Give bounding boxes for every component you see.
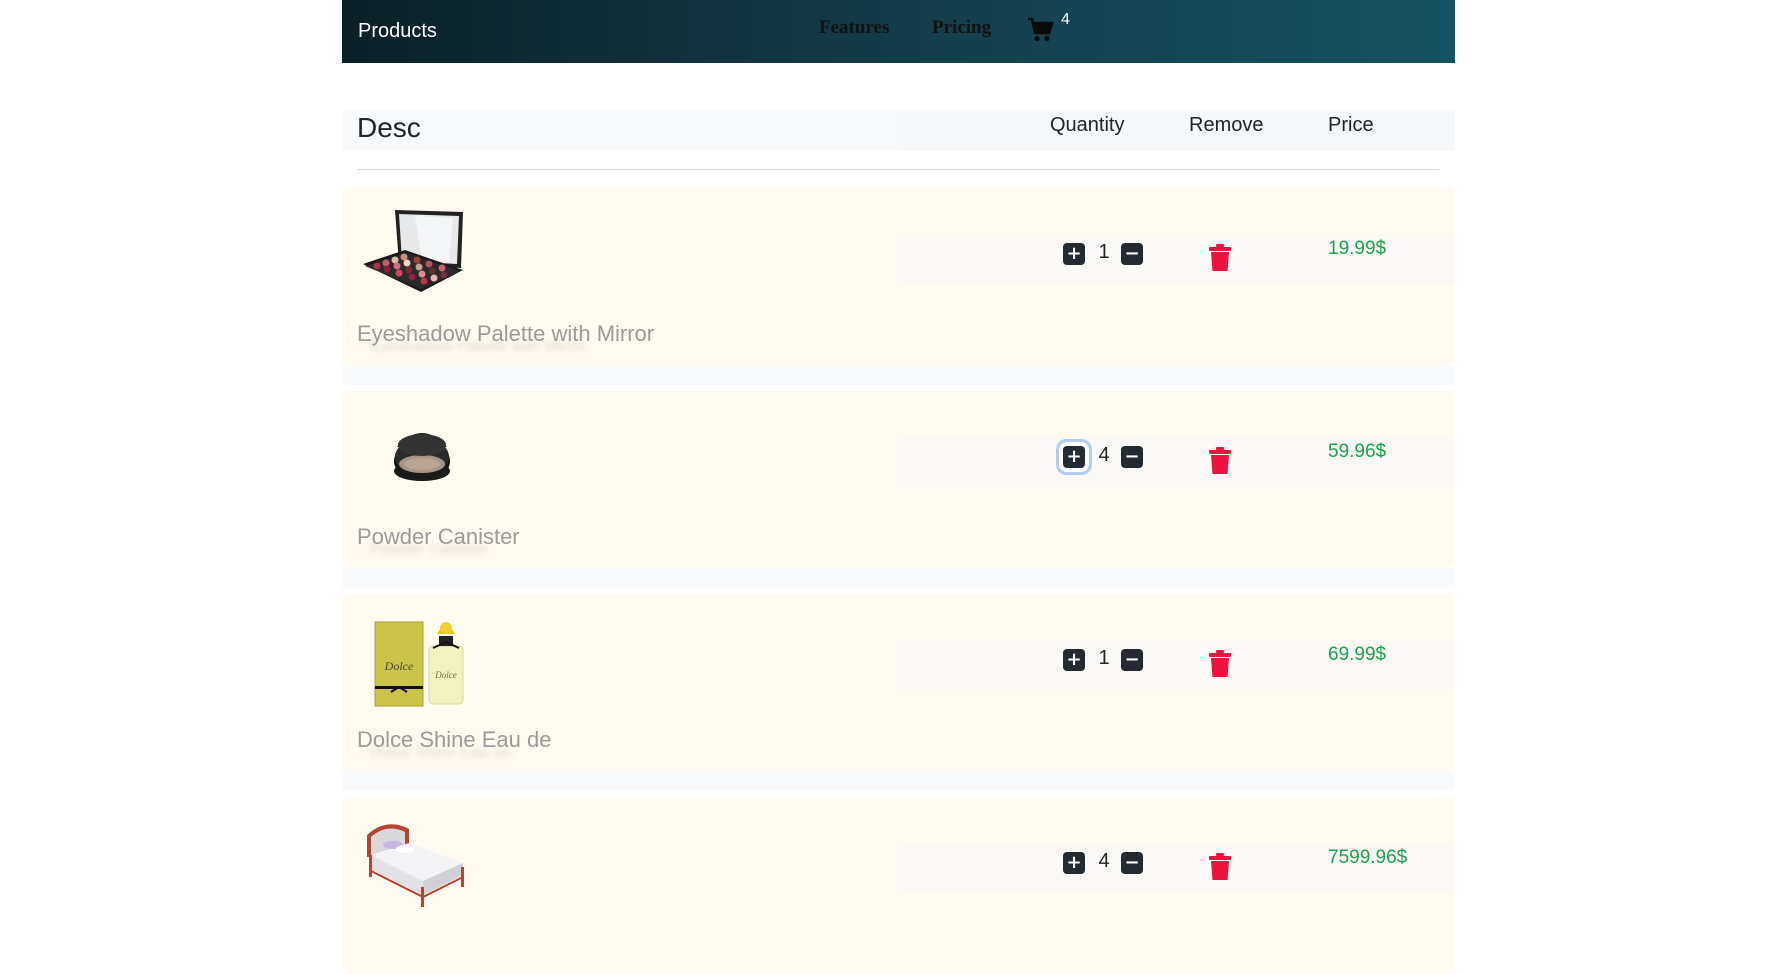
nav-link-pricing[interactable]: Pricing [932, 17, 991, 39]
cart-item-row: Eyeshadow Palette with Mirror Eyeshadow … [342, 188, 1455, 365]
quantity-value: 4 [1098, 444, 1110, 466]
shopping-cart-icon[interactable] [1027, 17, 1055, 43]
trash-icon[interactable] [1208, 853, 1232, 881]
item-name-reflection: Powder Canister [370, 541, 489, 558]
header-desc: Desc [357, 112, 421, 143]
trash-icon[interactable] [1208, 244, 1232, 272]
item-name-reflection: Dolce Shine Eau de [370, 744, 512, 761]
quantity-increase-button[interactable]: + [1063, 852, 1085, 874]
header-quantity: Quantity [1050, 114, 1125, 136]
svg-text:Dolce: Dolce [434, 670, 457, 680]
item-name-reflection: Eyeshadow Palette with Mirror [370, 338, 587, 355]
cart-item-row: + 4 − 7599.96$ [342, 797, 1455, 974]
item-price: 69.99$ [1328, 644, 1387, 665]
item-price: 7599.96$ [1328, 847, 1408, 868]
trash-icon[interactable] [1208, 447, 1232, 475]
cart-item-row: Dolce Dolce Dolce Shine Eau de Dolce Shi… [342, 594, 1455, 771]
perfume-box-bottle-image[interactable]: Dolce Dolce [357, 612, 467, 712]
trash-icon[interactable] [1208, 650, 1232, 678]
quantity-increase-button[interactable]: + [1063, 649, 1085, 671]
quantity-value: 1 [1098, 647, 1110, 669]
nav-link-features[interactable]: Features [819, 17, 889, 39]
quantity-decrease-button[interactable]: − [1121, 446, 1143, 468]
quantity-value: 1 [1098, 241, 1110, 263]
bed-image[interactable] [357, 815, 467, 915]
navbar-brand[interactable]: Products [358, 20, 437, 43]
quantity-decrease-button[interactable]: − [1121, 852, 1143, 874]
navbar: Products Features Pricing 4 [342, 0, 1455, 63]
svg-text:Dolce: Dolce [384, 659, 414, 673]
cart-table-header [342, 110, 1455, 151]
cart-count-badge: 4 [1061, 11, 1070, 28]
eyeshadow-palette-image[interactable] [357, 206, 467, 306]
header-divider [357, 169, 1439, 170]
item-price: 19.99$ [1328, 238, 1387, 259]
header-remove: Remove [1189, 114, 1264, 136]
quantity-decrease-button[interactable]: − [1121, 243, 1143, 265]
quantity-value: 4 [1098, 850, 1110, 872]
cart-page: Products Features Pricing 4 Desc Quantit… [342, 0, 1455, 974]
header-price: Price [1328, 114, 1374, 136]
powder-compact-image[interactable] [357, 409, 467, 509]
item-price: 59.96$ [1328, 441, 1387, 462]
cart-item-row: Powder Canister Powder Canister + 4 − 59… [342, 391, 1455, 568]
quantity-increase-button[interactable]: + [1063, 446, 1085, 468]
quantity-increase-button[interactable]: + [1063, 243, 1085, 265]
quantity-decrease-button[interactable]: − [1121, 649, 1143, 671]
